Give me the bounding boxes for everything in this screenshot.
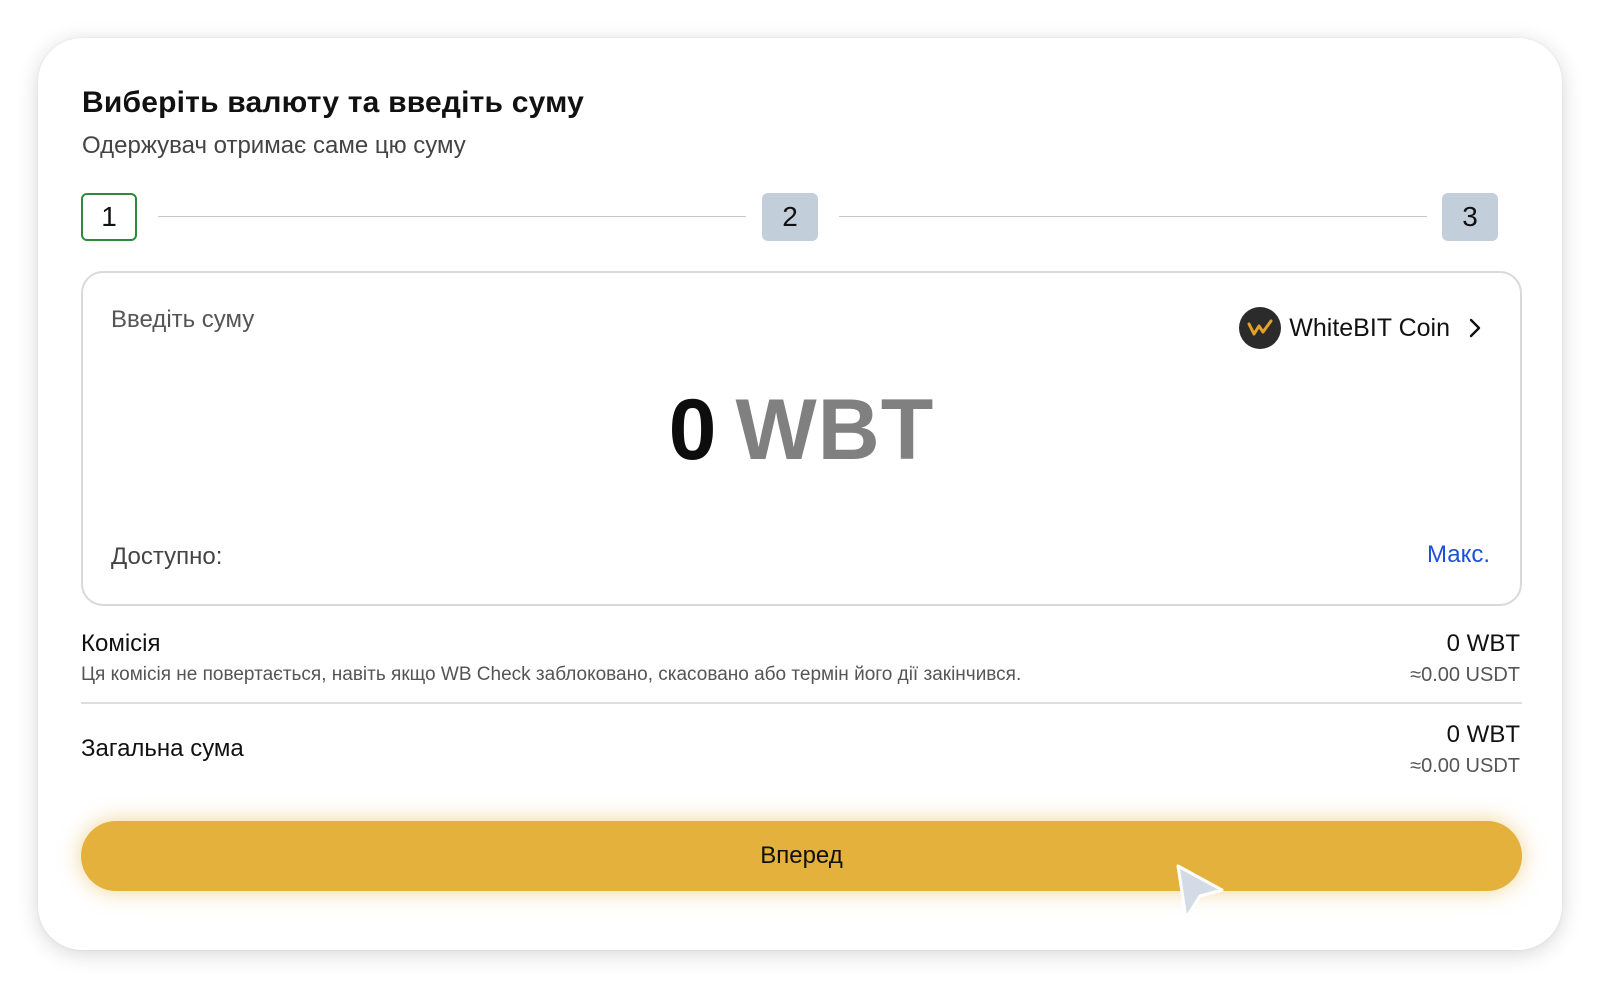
max-amount-link[interactable]: Макс. xyxy=(1427,541,1490,569)
step-1-indicator: 1 xyxy=(81,193,137,241)
page-subtitle: Одержувач отримає саме цю суму xyxy=(82,132,466,159)
total-title: Загальна сума xyxy=(81,735,244,762)
next-button[interactable]: Вперед xyxy=(81,821,1522,891)
divider xyxy=(81,702,1522,704)
amount-currency: WBT xyxy=(735,382,935,478)
total-usdt-equivalent: ≈0.00 USDT xyxy=(1410,755,1520,777)
amount-display[interactable]: 0 WBT xyxy=(83,381,1520,480)
chevron-right-icon xyxy=(1466,316,1484,340)
step-2-indicator: 2 xyxy=(762,193,818,241)
fee-usdt-equivalent: ≈0.00 USDT xyxy=(1410,664,1520,686)
amount-value: 0 xyxy=(668,382,718,478)
mouse-cursor-icon xyxy=(1176,864,1224,920)
total-amount: 0 WBT xyxy=(1446,721,1520,748)
page-title: Виберіть валюту та введіть суму xyxy=(82,86,584,119)
available-balance-label: Доступно: xyxy=(111,543,223,570)
step-3-indicator: 3 xyxy=(1442,193,1498,241)
amount-label: Введіть суму xyxy=(111,306,255,333)
coin-name: WhiteBIT Coin xyxy=(1289,313,1450,342)
coin-selector[interactable]: WhiteBIT Coin xyxy=(1239,307,1484,349)
fee-amount: 0 WBT xyxy=(1446,630,1520,657)
amount-input-box[interactable]: Введіть суму WhiteBIT Coin 0 WBT Доступно… xyxy=(81,271,1522,606)
fee-note: Ця комісія не повертається, навіть якщо … xyxy=(81,664,1022,685)
step-connector-2 xyxy=(839,216,1427,217)
fee-title: Комісія xyxy=(81,630,161,657)
step-connector-1 xyxy=(158,216,746,217)
transfer-card: Виберіть валюту та введіть суму Одержува… xyxy=(38,38,1562,950)
whitebit-coin-icon xyxy=(1239,307,1282,349)
